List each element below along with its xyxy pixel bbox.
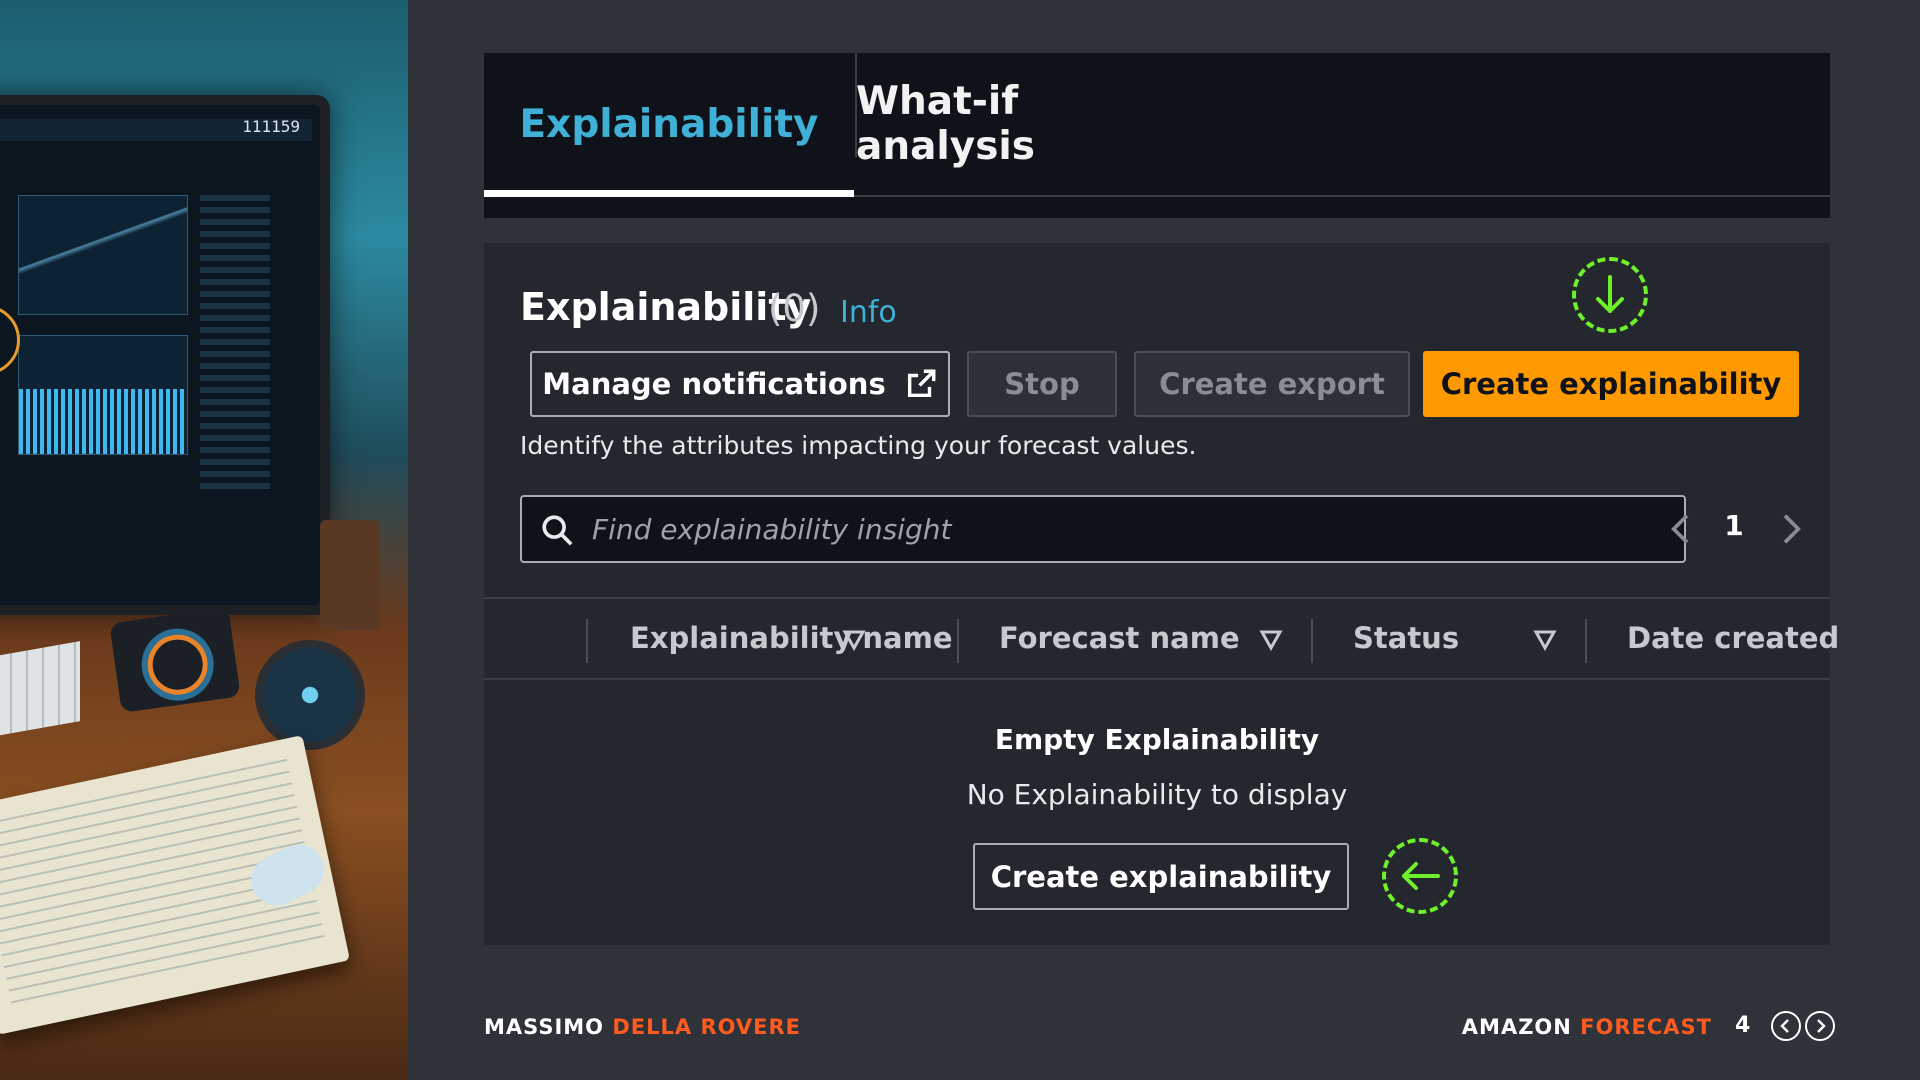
active-tab-indicator [484,190,854,197]
column-explainability-name[interactable]: Explainability name [630,621,952,655]
arrow-left-icon [1402,862,1440,890]
keyboard [0,641,80,739]
search-input[interactable] [592,497,1684,561]
desk-illustration: 111159 [0,0,408,1080]
column-separator [1311,619,1313,663]
tab-bar: Explainability What-if analysis [484,53,1830,218]
screen-side-list [200,195,270,495]
hint-marker-down [1572,257,1648,333]
column-date-created[interactable]: Date created [1627,621,1839,655]
search-box [520,495,1686,563]
panel-description: Identify the attributes impacting your f… [520,431,1197,460]
sort-down-icon[interactable] [1533,629,1557,651]
column-separator [1585,619,1587,663]
chevron-right-icon[interactable] [1770,509,1810,549]
info-link[interactable]: Info [840,295,897,330]
next-slide-button[interactable] [1805,1011,1835,1041]
chevron-left-icon [1780,1019,1789,1033]
screen-line-chart [18,195,188,315]
chevron-left-icon[interactable] [1662,509,1702,549]
column-separator [957,619,959,663]
pencil-cup [320,520,380,630]
footer-author-first: MASSIMO [484,1015,605,1039]
stop-button[interactable]: Stop [967,351,1117,417]
create-explainability-empty-button[interactable]: Create explainability [973,843,1349,910]
table-header: Explainability name Forecast name Status… [484,597,1839,680]
footer-product-first: AMAZON [1461,1015,1572,1039]
previous-slide-button[interactable] [1771,1011,1801,1041]
slide-page-number: 4 [1735,1013,1751,1038]
monitor-illustration: 111159 [0,95,330,615]
column-status[interactable]: Status [1353,621,1459,655]
footer-product-last: FORECAST [1580,1015,1712,1039]
hint-marker-left [1382,838,1458,914]
footer-author-last: DELLA ROVERE [612,1015,802,1039]
column-separator [586,619,588,663]
manage-notifications-button[interactable]: Manage notifications [530,351,950,417]
lens-device [255,640,365,750]
explainability-panel: Explainability (0) Info Manage notificat… [484,243,1839,945]
manage-notifications-label: Manage notifications [542,367,886,401]
arrow-down-icon [1596,275,1624,313]
dial-device [109,607,241,713]
chevron-right-icon [1817,1019,1826,1033]
create-explainability-button[interactable]: Create explainability [1423,351,1799,417]
search-icon [542,515,573,546]
sort-down-icon[interactable] [842,629,866,651]
screen-readout: 111159 [242,117,300,136]
tab-explainability[interactable]: Explainability [484,53,854,195]
tab-what-if-analysis[interactable]: What-if analysis [856,53,1176,195]
page-number[interactable]: 1 [1719,509,1749,542]
empty-state-message: No Explainability to display [966,778,1348,811]
screen-bar-chart [18,335,188,455]
sort-down-icon[interactable] [1259,629,1283,651]
create-export-button[interactable]: Create export [1134,351,1410,417]
footer-product: AMAZON FORECAST [1462,1015,1712,1039]
panel-count: (0) [768,287,821,330]
column-forecast-name[interactable]: Forecast name [999,621,1240,655]
empty-state-title: Empty Explainability [994,723,1320,756]
footer-author: MASSIMO DELLA ROVERE [484,1015,801,1039]
external-link-icon [907,369,936,398]
screen-gauge [0,305,20,375]
